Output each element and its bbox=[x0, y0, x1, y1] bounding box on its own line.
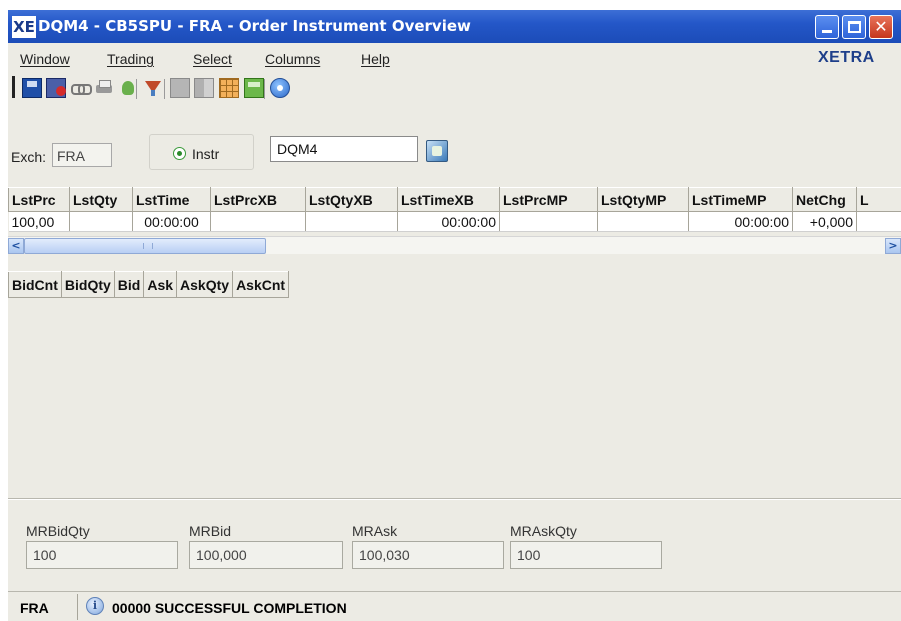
instrument-input[interactable]: DQM4 bbox=[270, 136, 418, 162]
menu-bar: Window Trading Select Columns Help XETRA bbox=[8, 43, 901, 73]
info-icon: i bbox=[86, 597, 104, 615]
table-cell[interactable] bbox=[499, 211, 598, 232]
column-header[interactable]: LstPrcMP bbox=[499, 187, 598, 212]
mrbidqty-label: MRBidQty bbox=[26, 523, 90, 539]
maximize-button[interactable] bbox=[842, 15, 866, 39]
table-row[interactable]: 100,00 00:00:00 00:00:00 00:00:00 +0,000 bbox=[8, 211, 901, 232]
toolbar-grip[interactable] bbox=[12, 76, 15, 98]
table-cell[interactable]: 00:00:00 bbox=[132, 211, 211, 232]
table-cell[interactable]: 100,00 bbox=[8, 211, 70, 232]
close-icon: ✕ bbox=[874, 17, 888, 36]
title-bar[interactable]: XE DQM4 - CB5SPU - FRA - Order Instrumen… bbox=[8, 10, 901, 43]
column-header[interactable]: BidCnt bbox=[8, 271, 62, 298]
save-icon[interactable] bbox=[22, 78, 42, 98]
mrask-label: MRAsk bbox=[352, 523, 398, 539]
application-window: XE DQM4 - CB5SPU - FRA - Order Instrumen… bbox=[8, 10, 901, 621]
scrollbar-thumb[interactable] bbox=[24, 238, 266, 254]
mraskqty-label: MRAskQty bbox=[510, 523, 577, 539]
mrbid-field: 100,000 bbox=[189, 541, 343, 569]
menu-select[interactable]: Select bbox=[193, 51, 232, 67]
scroll-left-icon[interactable]: < bbox=[8, 238, 24, 254]
mrbid-label: MRBid bbox=[189, 523, 232, 539]
instr-radio-label[interactable]: Instr bbox=[192, 146, 219, 162]
filter-icon[interactable] bbox=[143, 78, 163, 98]
column-header[interactable]: LstQtyXB bbox=[305, 187, 398, 212]
table-cell[interactable]: 00:00:00 bbox=[688, 211, 793, 232]
menu-columns[interactable]: Columns bbox=[265, 51, 320, 67]
column-header[interactable]: Bid bbox=[113, 271, 145, 298]
column-header[interactable]: LstTimeMP bbox=[688, 187, 793, 212]
table-header-row: LstPrc LstQty LstTime LstPrcXB LstQtyXB … bbox=[8, 187, 901, 212]
print-icon[interactable] bbox=[94, 78, 114, 98]
column-header[interactable]: BidQty bbox=[60, 271, 115, 298]
maximize-icon bbox=[848, 21, 861, 33]
menu-help[interactable]: Help bbox=[361, 51, 390, 67]
trade-overview-table: LstPrc LstQty LstTime LstPrcXB LstQtyXB … bbox=[8, 187, 901, 232]
chart-icon[interactable] bbox=[244, 78, 264, 98]
column-header[interactable]: NetChg bbox=[792, 187, 857, 212]
order-book-table: BidCnt BidQty Bid Ask AskQty AskCnt bbox=[8, 271, 290, 298]
column-header[interactable]: LstPrcXB bbox=[210, 187, 306, 212]
column-header[interactable]: Ask bbox=[143, 271, 178, 298]
column-header[interactable]: AskCnt bbox=[232, 271, 290, 298]
panel-divider bbox=[8, 498, 901, 500]
table-cell[interactable] bbox=[305, 211, 398, 232]
exchange-label: Exch: bbox=[11, 149, 47, 165]
xetra-brand: XETRA bbox=[818, 49, 875, 66]
instr-radio-button[interactable] bbox=[173, 147, 186, 160]
status-bar: FRA i 00000 SUCCESSFUL COMPLETION bbox=[8, 591, 901, 621]
mrask-field: 100,030 bbox=[352, 541, 504, 569]
status-message: 00000 SUCCESSFUL COMPLETION bbox=[112, 600, 347, 616]
close-button[interactable]: ✕ bbox=[869, 15, 893, 39]
exchange-field[interactable]: FRA bbox=[52, 143, 112, 167]
xetra-logo-icon: XE bbox=[12, 16, 36, 38]
instrument-selector: Exch: FRA Instr DQM4 bbox=[8, 105, 901, 170]
window-title: DQM4 - CB5SPU - FRA - Order Instrument O… bbox=[38, 17, 471, 35]
instrument-lookup-icon[interactable] bbox=[426, 140, 448, 162]
scroll-right-icon[interactable]: > bbox=[885, 238, 901, 254]
mraskqty-field: 100 bbox=[510, 541, 662, 569]
table-cell[interactable] bbox=[210, 211, 306, 232]
minimize-icon bbox=[822, 30, 832, 33]
column-header[interactable]: AskQty bbox=[176, 271, 234, 298]
column-header[interactable]: LstTimeXB bbox=[397, 187, 500, 212]
table-cell[interactable] bbox=[69, 211, 133, 232]
toolbar bbox=[8, 73, 901, 105]
link-icon[interactable] bbox=[70, 78, 92, 98]
table-cell[interactable] bbox=[597, 211, 689, 232]
columns-icon[interactable] bbox=[194, 78, 214, 98]
table-cell[interactable] bbox=[856, 211, 901, 232]
column-header[interactable]: LstPrc bbox=[8, 187, 70, 212]
menu-window[interactable]: Window bbox=[20, 51, 70, 67]
menu-trading[interactable]: Trading bbox=[107, 51, 154, 67]
column-header[interactable]: LstQtyMP bbox=[597, 187, 689, 212]
horizontal-scrollbar[interactable]: < > bbox=[8, 236, 901, 254]
toolbar-separator bbox=[164, 79, 165, 99]
save-as-icon[interactable] bbox=[46, 78, 66, 98]
mrbidqty-field: 100 bbox=[26, 541, 178, 569]
status-exchange: FRA bbox=[20, 600, 49, 616]
toolbar-separator bbox=[264, 79, 265, 99]
help-icon[interactable] bbox=[270, 78, 290, 98]
column-header[interactable]: LstTime bbox=[132, 187, 211, 212]
toolbar-separator bbox=[136, 79, 137, 99]
column-header[interactable]: L bbox=[856, 187, 901, 212]
export-icon[interactable] bbox=[118, 78, 138, 98]
status-separator bbox=[77, 594, 78, 620]
table-header-row: BidCnt BidQty Bid Ask AskQty AskCnt bbox=[8, 271, 290, 298]
minimize-button[interactable] bbox=[815, 15, 839, 39]
table-cell[interactable]: 00:00:00 bbox=[397, 211, 500, 232]
column-header[interactable]: LstQty bbox=[69, 187, 133, 212]
table-cell[interactable]: +0,000 bbox=[792, 211, 857, 232]
grid-icon[interactable] bbox=[219, 78, 239, 98]
table-icon[interactable] bbox=[170, 78, 190, 98]
